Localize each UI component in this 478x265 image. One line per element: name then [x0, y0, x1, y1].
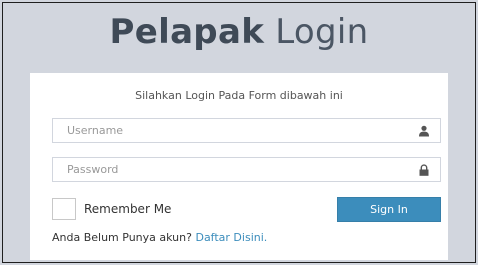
username-input[interactable] [53, 119, 440, 142]
register-prompt: Anda Belum Punya akun? Daftar Disini. [52, 231, 267, 244]
login-box: Silahkan Login Pada Form dibawah ini Rem… [30, 73, 448, 260]
title-bold: Pelapak [109, 12, 265, 52]
login-box-message: Silahkan Login Pada Form dibawah ini [135, 89, 343, 102]
password-input[interactable] [53, 158, 440, 181]
user-icon [419, 125, 429, 137]
page-title: Pelapak Login [0, 12, 478, 52]
lock-icon [419, 164, 429, 176]
remember-me[interactable]: Remember Me [52, 198, 171, 220]
register-text: Anda Belum Punya akun? [52, 231, 192, 244]
title-light: Login [275, 12, 369, 52]
sign-in-button[interactable]: Sign In [337, 197, 441, 222]
remember-me-label: Remember Me [84, 202, 172, 216]
register-link[interactable]: Daftar Disini. [195, 231, 267, 244]
password-field [52, 157, 441, 182]
remember-me-checkbox[interactable] [52, 198, 76, 220]
username-field [52, 118, 441, 143]
